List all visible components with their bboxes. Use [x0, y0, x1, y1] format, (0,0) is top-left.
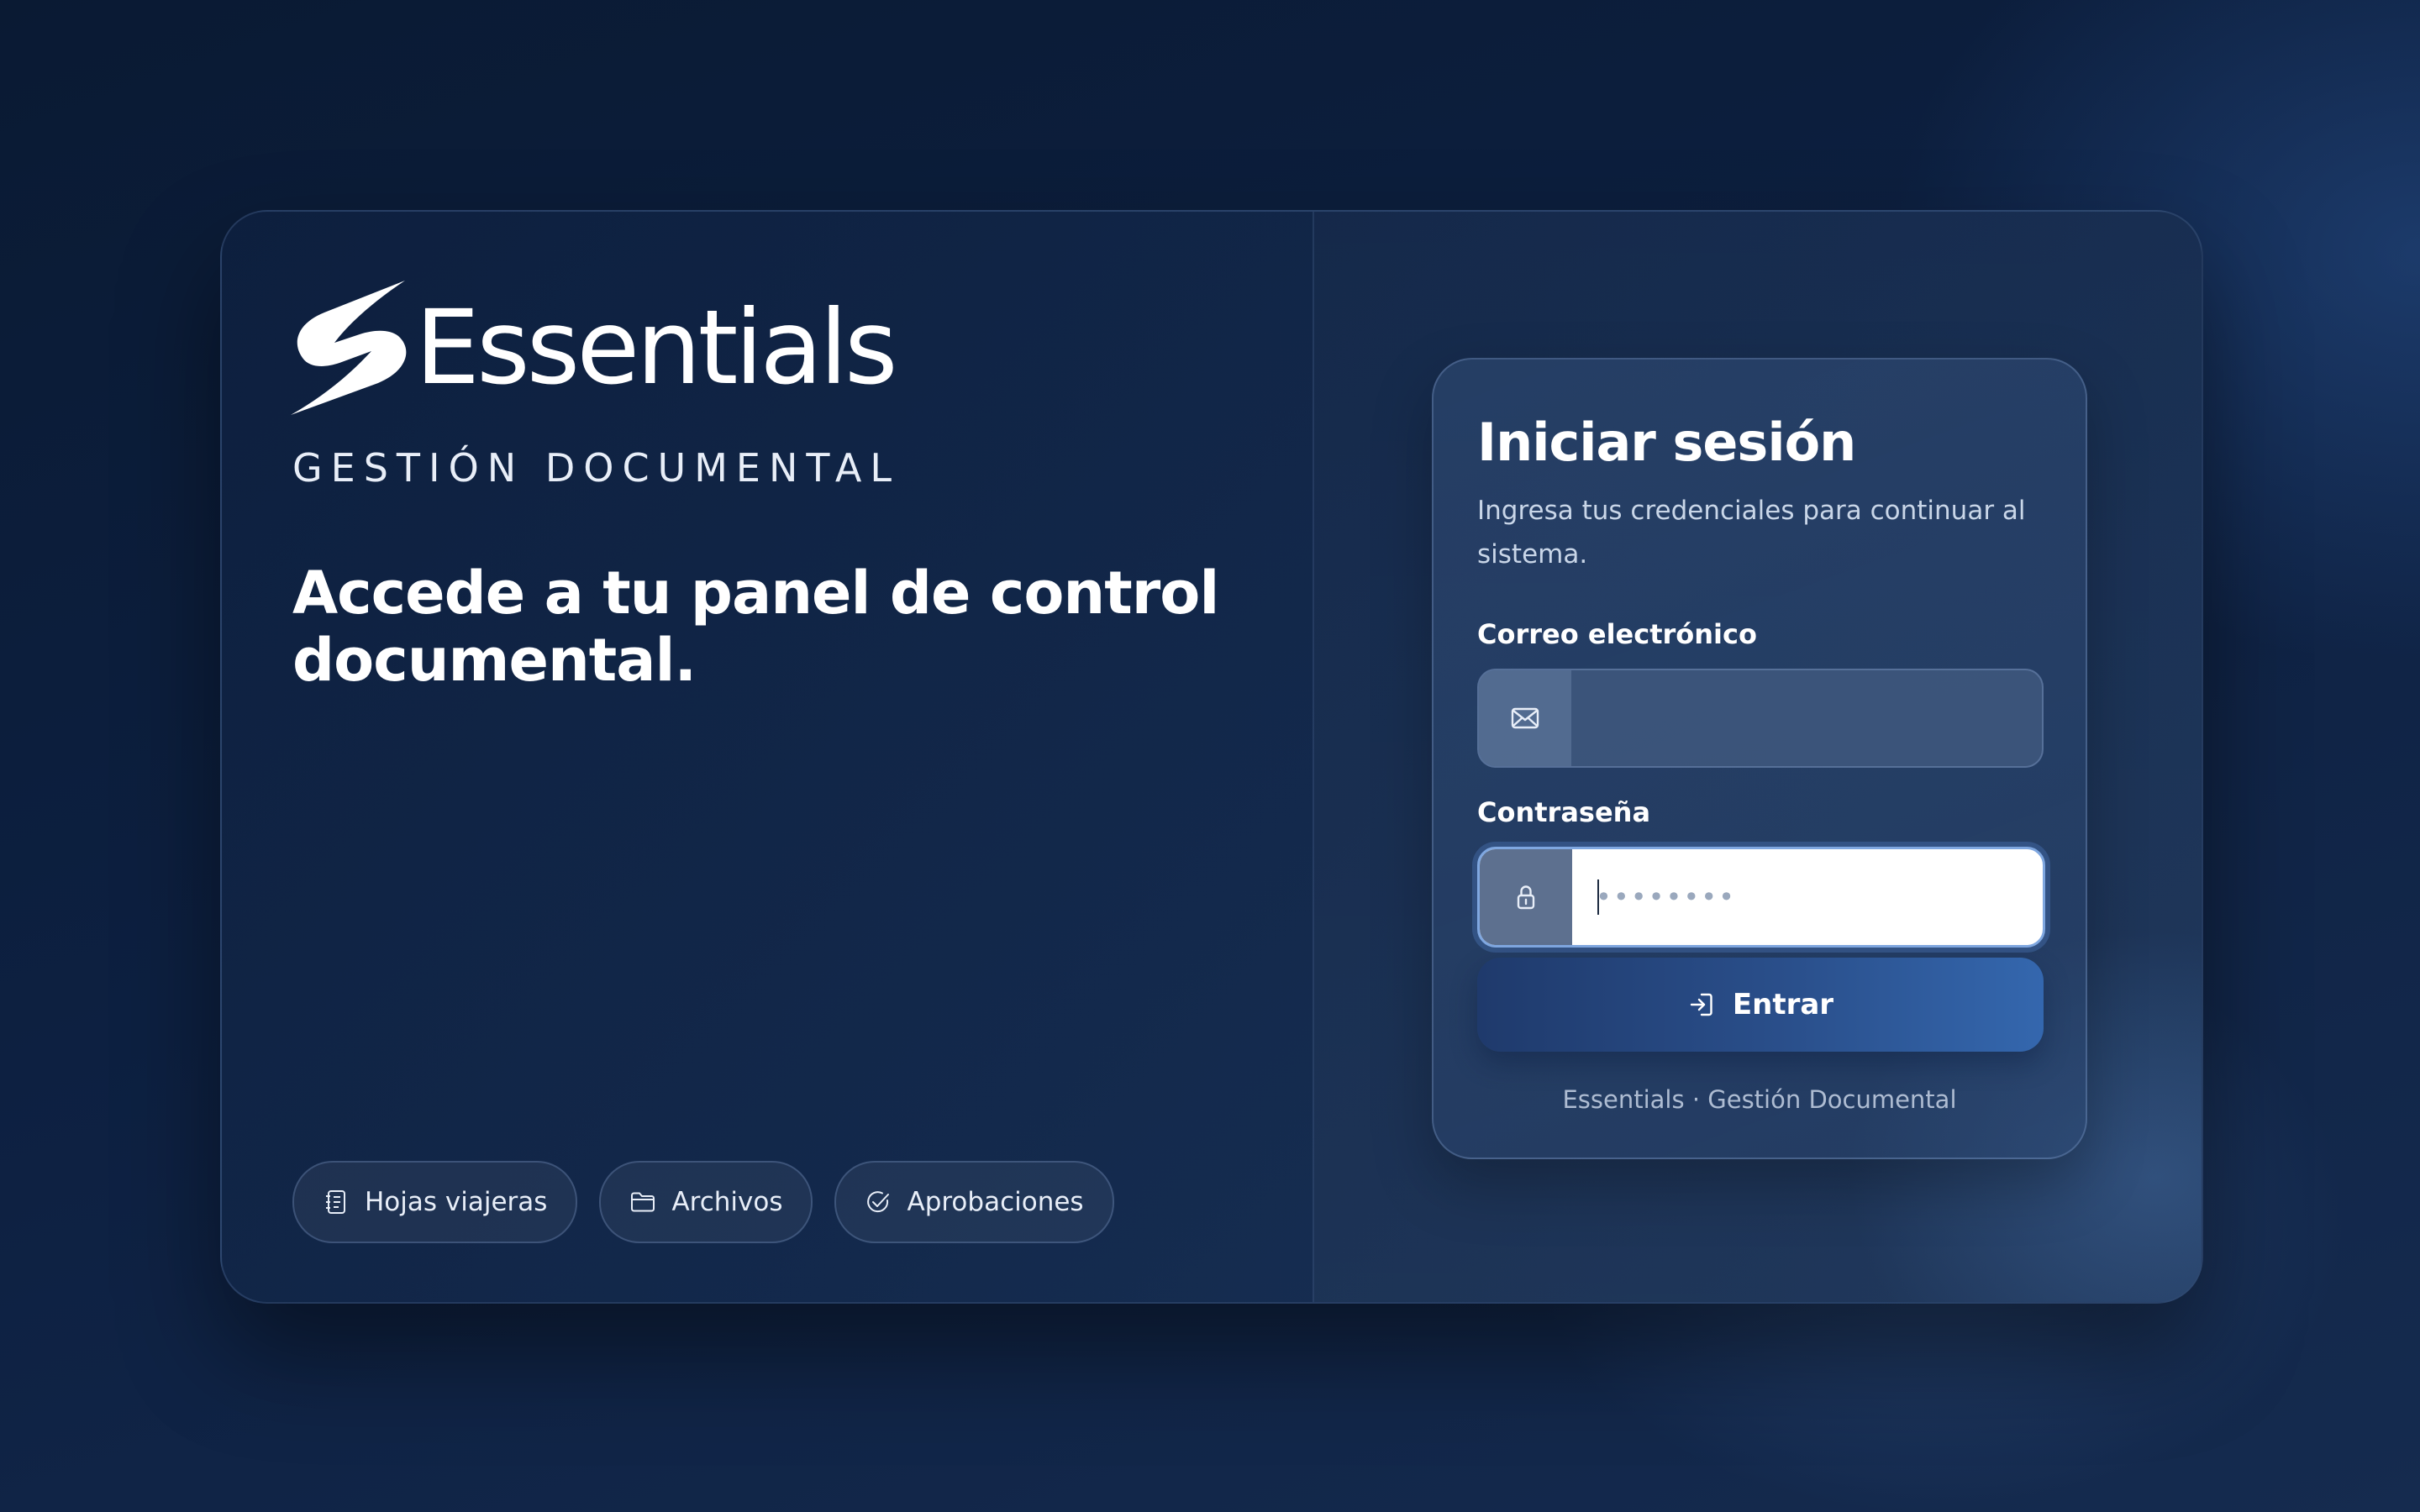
- chip-hojas-viajeras: Hojas viajeras: [292, 1161, 578, 1243]
- email-field: [1477, 669, 2044, 768]
- brand-subtitle: GESTIÓN DOCUMENTAL: [292, 445, 901, 491]
- notebook-icon: [326, 1190, 345, 1214]
- check-circle-icon: [867, 1191, 890, 1213]
- folder-icon: [631, 1192, 655, 1212]
- chip-label: Aprobaciones: [907, 1187, 1084, 1217]
- chip-label: Archivos: [671, 1187, 783, 1217]
- envelope-icon: [1511, 707, 1539, 729]
- submit-label: Entrar: [1732, 988, 1834, 1021]
- password-label: Contraseña: [1477, 796, 1651, 828]
- login-footer: Essentials · Gestión Documental: [1562, 1085, 1957, 1114]
- login-title: Iniciar sesión: [1477, 412, 1856, 473]
- lock-icon: [1517, 885, 1535, 910]
- feature-chips: Hojas viajeras Archivos Aprobaciones: [292, 1161, 1114, 1243]
- text-caret: [1597, 879, 1599, 915]
- password-input[interactable]: [1572, 849, 2043, 945]
- login-card: Essentials GESTIÓN DOCUMENTAL Accede a t…: [220, 210, 2203, 1304]
- submit-button[interactable]: Entrar: [1477, 958, 2044, 1052]
- sign-in-icon: [1690, 993, 1712, 1016]
- chip-archivos: Archivos: [599, 1161, 813, 1243]
- hero-headline: Accede a tu panel de control documental.: [292, 559, 1219, 695]
- card-divider: [1313, 212, 1314, 1302]
- chip-label: Hojas viajeras: [365, 1187, 548, 1217]
- password-field: [1477, 847, 2045, 948]
- login-form: Iniciar sesión Ingresa tus credenciales …: [1432, 358, 2087, 1159]
- password-icon-box: [1480, 849, 1572, 945]
- brand-name: Essentials: [415, 288, 898, 407]
- brand-mark-icon: [291, 281, 407, 415]
- brand-logo: Essentials: [291, 281, 898, 415]
- email-input[interactable]: [1571, 670, 2042, 766]
- login-description: Ingresa tus credenciales para continuar …: [1477, 496, 2026, 570]
- email-label: Correo electrónico: [1477, 618, 1757, 650]
- chip-aprobaciones: Aprobaciones: [834, 1161, 1114, 1243]
- email-icon-box: [1479, 670, 1571, 766]
